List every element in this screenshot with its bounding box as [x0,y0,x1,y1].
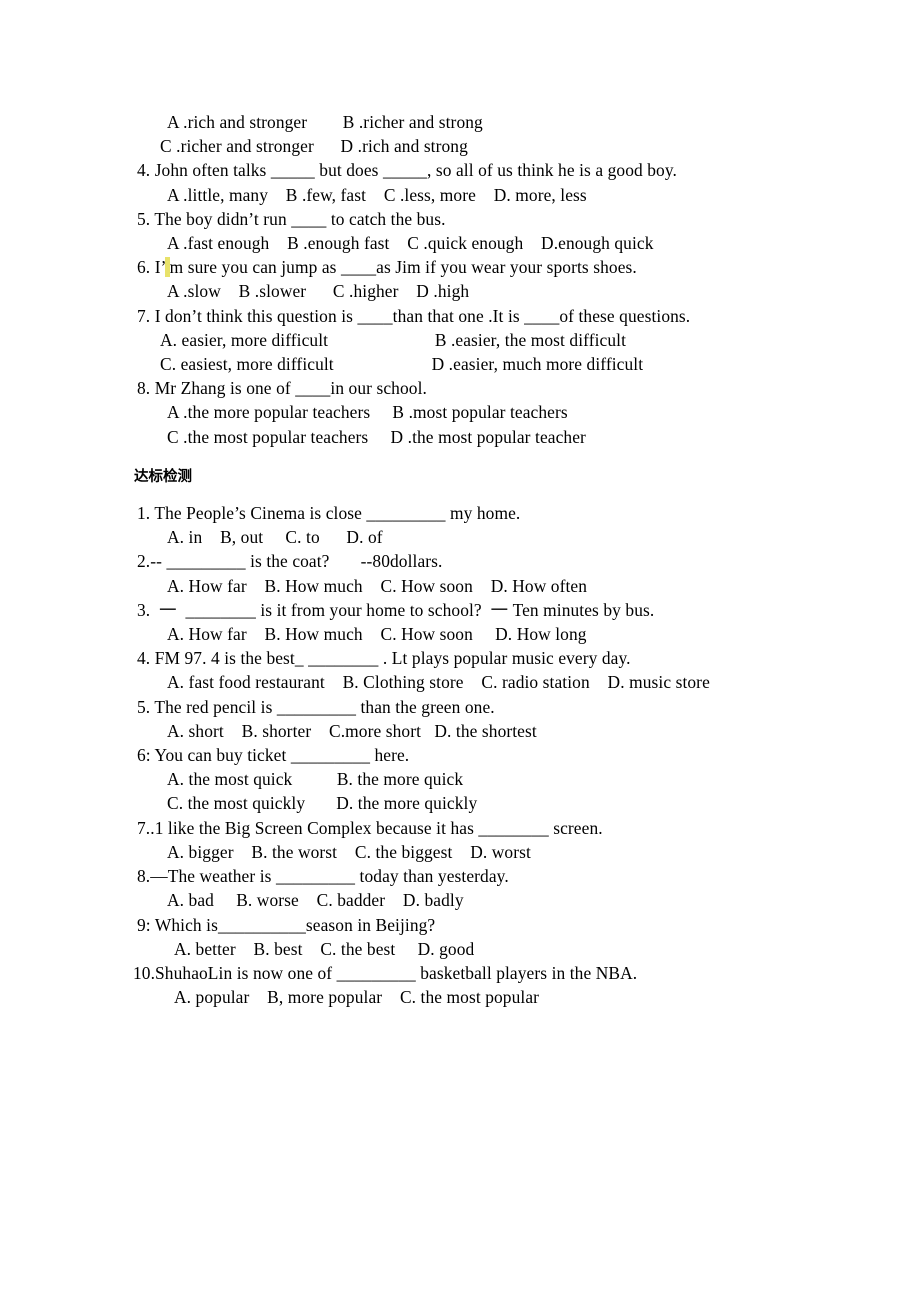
s2-q6-stem: 6: You can buy ticket _________ here. [137,745,410,766]
worksheet-page: A .rich and stronger B .richer and stron… [0,0,920,1302]
q6-stem-part-two: m sure you can jump as ____as Jim if you… [169,257,637,278]
q5-options: A .fast enough B .enough fast C .quick e… [167,233,654,254]
s2-q5-options: A. short B. shorter C.more short D. the … [167,720,537,741]
s2-q7-stem: 7..1 like the Big Screen Complex because… [137,817,603,838]
q7-options-ab: A. easier, more difficult B .easier, the… [160,329,627,350]
q5-stem: 5. The boy didn’t run ____ to catch the … [137,208,446,229]
s2-q8-stem: 8.—The weather is _________ today than y… [137,866,509,887]
worksheet-content: A .rich and stronger B .richer and stron… [0,110,920,1009]
q6-stem-part-one: 6. I’ [137,257,166,278]
exercise-section-one: A .rich and stronger B .richer and stron… [0,110,920,449]
q6-stem: 6. I’ m sure you can jump as ____as Jim … [0,255,920,279]
exercise-section-two: 1. The People’s Cinema is close ________… [0,501,920,1009]
heading-gap [0,489,920,501]
s2-q2-options: A. How far B. How much C. How soon D. Ho… [167,575,588,596]
q7-options-cd: C. easiest, more difficult D .easier, mu… [160,354,644,375]
s2-q2-stem: 2.-- _________ is the coat? --80dollars. [137,551,443,572]
q8-options-cd: C .the most popular teachers D .the most… [167,426,586,447]
s2-q8-options: A. bad B. worse C. badder D. badly [167,890,464,911]
s2-q1-stem: 1. The People’s Cinema is close ________… [137,503,521,524]
q3-options-cd: C .richer and stronger D .rich and stron… [160,136,468,157]
s2-q4-stem: 4. FM 97. 4 is the best_ ________ . Lt p… [137,648,631,669]
s2-q6-options-cd: C. the most quickly D. the more quickly [167,793,478,814]
s2-q5-stem: 5. The red pencil is _________ than the … [137,696,495,717]
q7-stem: 7. I don’t think this question is ____th… [137,305,691,326]
q8-stem: 8. Mr Zhang is one of ____in our school. [137,378,427,399]
s2-q4-options: A. fast food restaurant B. Clothing stor… [167,672,710,693]
q8-options-ab: A .the more popular teachers B .most pop… [167,402,568,423]
q4-stem: 4. John often talks _____ but does _____… [137,160,677,181]
q4-options: A .little, many B .few, fast C .less, mo… [167,184,587,205]
q3-options-ab: A .rich and stronger B .richer and stron… [167,112,483,132]
s2-q3-options: A. How far B. How much C. How soon D. Ho… [167,624,587,645]
s2-q1-options: A. in B, out C. to D. of [167,527,383,548]
s2-q10-stem: 10.ShuhaoLin is now one of _________ bas… [133,962,638,983]
q6-options: A .slow B .slower C .higher D .high [167,281,470,302]
s2-q6-options-ab: A. the most quick B. the more quick [167,769,464,790]
s2-q9-options: A. better B. best C. the best D. good [174,938,475,959]
section-heading-dabiao-jiance: 达标检测 [134,468,192,485]
s2-q10-options: A. popular B, more popular C. the most p… [174,987,540,1008]
s2-q3-stem: 3. 一 ________ is it from your home to sc… [137,599,655,620]
s2-q9-stem: 9: Which is__________season in Beijing? [137,914,436,935]
s2-q7-options: A. bigger B. the worst C. the biggest D.… [167,841,531,862]
